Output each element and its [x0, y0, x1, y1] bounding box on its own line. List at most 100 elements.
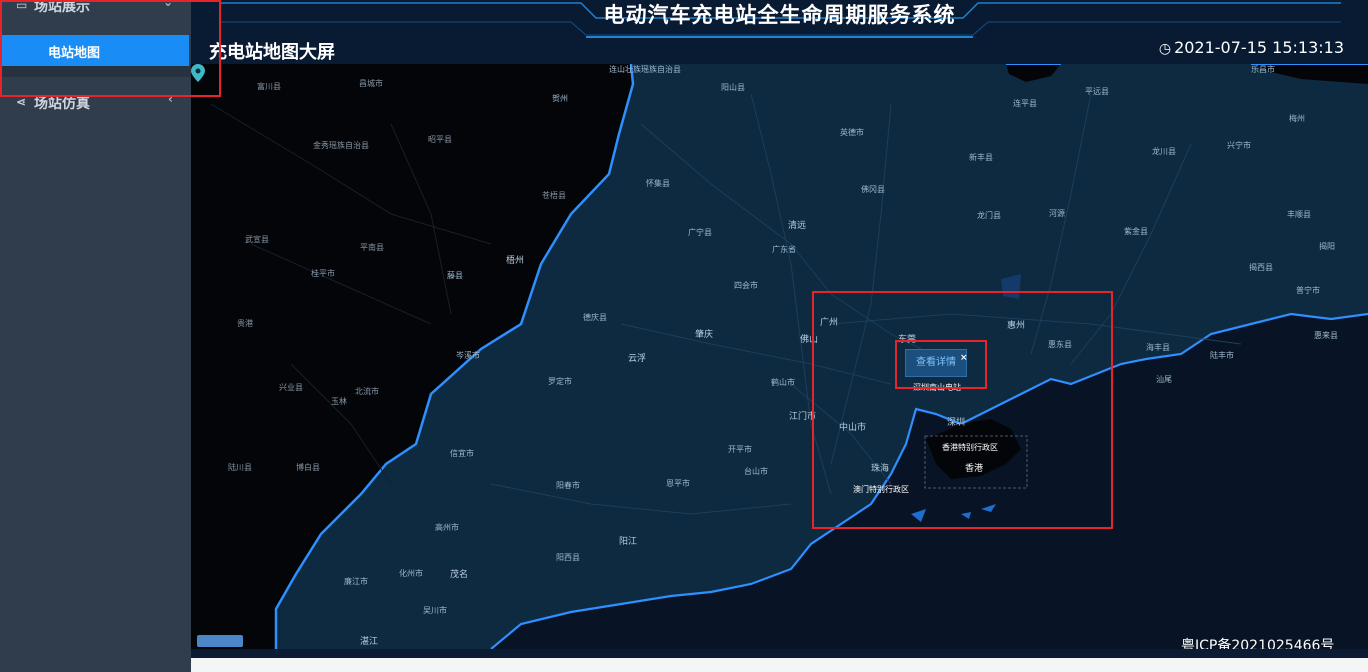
map-place-label: 廉江市	[344, 577, 368, 586]
map-place-label: 鹤山市	[771, 378, 795, 387]
nav-group-label: 场站仿真	[34, 96, 90, 112]
map-place-label: 阳山县	[721, 83, 745, 92]
page-title: 充电站地图大屏	[209, 42, 335, 63]
map-place-label: 兴业县	[279, 383, 303, 392]
map-place-label: 连平县	[1013, 99, 1037, 108]
map-place-label: 昭平县	[428, 135, 452, 144]
map-place-label: 武宣县	[245, 235, 269, 244]
map-place-label: 德庆县	[583, 313, 607, 322]
map-place-label: 新丰县	[969, 153, 993, 162]
nav-group-station-display[interactable]: ▭ 场站展示 ⌄	[0, 0, 191, 20]
map-place-label: 贺州	[552, 94, 568, 103]
map-place-label: 四会市	[734, 281, 758, 290]
map-place-label: 桂平市	[311, 269, 335, 278]
map-place-label: 陆丰市	[1210, 351, 1234, 360]
header: 电动汽车充电站全生命周期服务系统 充电站地图大屏 ◷ 2021-07-15 15:…	[191, 0, 1368, 64]
map-place-label: 惠东县	[1048, 340, 1072, 349]
map-place-label: 连山壮族瑶族自治县	[609, 65, 681, 74]
map-place-label: 开平市	[728, 445, 752, 454]
map-canvas[interactable]: 连山壮族瑶族自治县 阳山县 乐昌市 连平县 平远县 梅州 富川县 昌城市 贺州 …	[191, 64, 1368, 649]
chevron-down-icon: ⌄	[162, 0, 173, 9]
map-place-label: 东莞	[898, 335, 917, 345]
map-place-label: 藤县	[447, 271, 463, 280]
system-title: 电动汽车充电站全生命周期服务系统	[603, 3, 956, 27]
map-place-label: 广州	[820, 318, 839, 328]
map-place-label: 龙门县	[977, 211, 1001, 220]
map-place-label: 博白县	[296, 463, 320, 472]
map-place-label: 茂名	[450, 570, 469, 580]
map-place-label: 化州市	[399, 569, 423, 578]
map-terrain	[191, 64, 1368, 649]
map-place-label: 龙川县	[1152, 147, 1176, 156]
close-icon[interactable]: ×	[960, 353, 968, 363]
map-place-label: 英德市	[840, 128, 864, 137]
map-place-label: 河源	[1049, 209, 1065, 218]
map-place-label: 海丰县	[1146, 343, 1170, 352]
map-place-label: 云浮	[628, 354, 647, 364]
map-place-label: 金秀瑶族自治县	[313, 141, 369, 150]
map-place-label: 珠海	[871, 464, 890, 474]
share-icon: ⋖	[16, 95, 27, 109]
map-place-label: 清远	[788, 221, 807, 231]
map-place-label: 北流市	[355, 387, 379, 396]
clock-icon: ◷	[1158, 41, 1172, 57]
map-place-label: 岑溪市	[456, 351, 480, 360]
map-place-label: 兴宁市	[1227, 141, 1251, 150]
nav-group-station-simulation[interactable]: ⋖ 场站仿真 ‹	[0, 87, 191, 117]
map-place-label: 广宁县	[688, 228, 712, 237]
map-place-label: 广东省	[772, 245, 796, 254]
map-place-label: 陆川县	[228, 463, 252, 472]
clock: ◷ 2021-07-15 15:13:13	[1159, 38, 1344, 57]
map-place-label: 佛冈县	[861, 185, 885, 194]
map-place-label: 深圳	[947, 418, 966, 428]
map-place-label: 香港	[965, 464, 984, 474]
map-place-label: 揭阳	[1319, 242, 1335, 251]
map-place-label: 汕尾	[1156, 375, 1172, 384]
map-place-label: 澳门特别行政区	[853, 485, 909, 494]
station-name-label: 深圳南山电站	[913, 383, 961, 392]
map-place-label: 惠州	[1007, 321, 1026, 331]
map-place-label: 苍梧县	[542, 191, 566, 200]
map-place-label: 怀集县	[646, 179, 670, 188]
map-place-label: 惠来县	[1314, 331, 1338, 340]
map-place-label: 肇庆	[695, 330, 714, 340]
nav-item-label: 电站地图	[48, 46, 101, 61]
view-details-button[interactable]: 查看详情	[905, 349, 967, 377]
map-place-label: 梧州	[506, 256, 525, 266]
map-place-label: 中山市	[839, 423, 867, 433]
bottom-bar	[191, 658, 1368, 672]
map-place-label: 吴川市	[423, 606, 447, 615]
map-place-label: 阳江	[619, 537, 638, 547]
nav-group-label: 场站展示	[34, 0, 90, 15]
map-place-label: 贵港	[237, 319, 253, 328]
nav-item-station-map[interactable]: 电站地图	[0, 35, 189, 66]
map-place-label: 富川县	[257, 82, 281, 91]
bottom-strip	[191, 649, 1368, 658]
map-place-label: 高州市	[435, 523, 459, 532]
map-logo	[197, 635, 243, 647]
map-place-label: 罗定市	[548, 377, 572, 386]
map-place-label: 阳西县	[556, 553, 580, 562]
sidebar: ▭ 场站展示 ⌄ 电站地图 ⋖ 场站仿真 ‹	[0, 0, 191, 672]
chevron-left-icon: ‹	[168, 92, 173, 106]
map-place-label: 江门市	[789, 412, 817, 422]
map-place-label: 佛山	[800, 335, 819, 345]
map-place-label: 丰顺县	[1287, 210, 1311, 219]
map-place-label: 梅州	[1289, 114, 1305, 123]
map-place-label: 紫金县	[1124, 227, 1148, 236]
map-place-label: 昌城市	[359, 79, 383, 88]
map-place-label: 阳春市	[556, 481, 580, 490]
map-place-label: 乐昌市	[1251, 65, 1275, 74]
map-place-label: 湛江	[360, 637, 379, 647]
nav-divider	[0, 66, 191, 77]
map-place-label: 恩平市	[666, 479, 690, 488]
map-place-label: 平南县	[360, 243, 384, 252]
map-place-label: 信宜市	[450, 449, 474, 458]
map-place-label: 台山市	[744, 467, 768, 476]
map-place-label: 香港特别行政区	[942, 443, 998, 452]
map-pin-icon[interactable]	[191, 64, 205, 82]
map-place-label: 平远县	[1085, 87, 1109, 96]
datetime: 2021-07-15 15:13:13	[1174, 38, 1344, 57]
map-place-label: 普宁市	[1296, 286, 1320, 295]
icp-license[interactable]: 粤ICP备2021025466号	[1181, 635, 1334, 649]
